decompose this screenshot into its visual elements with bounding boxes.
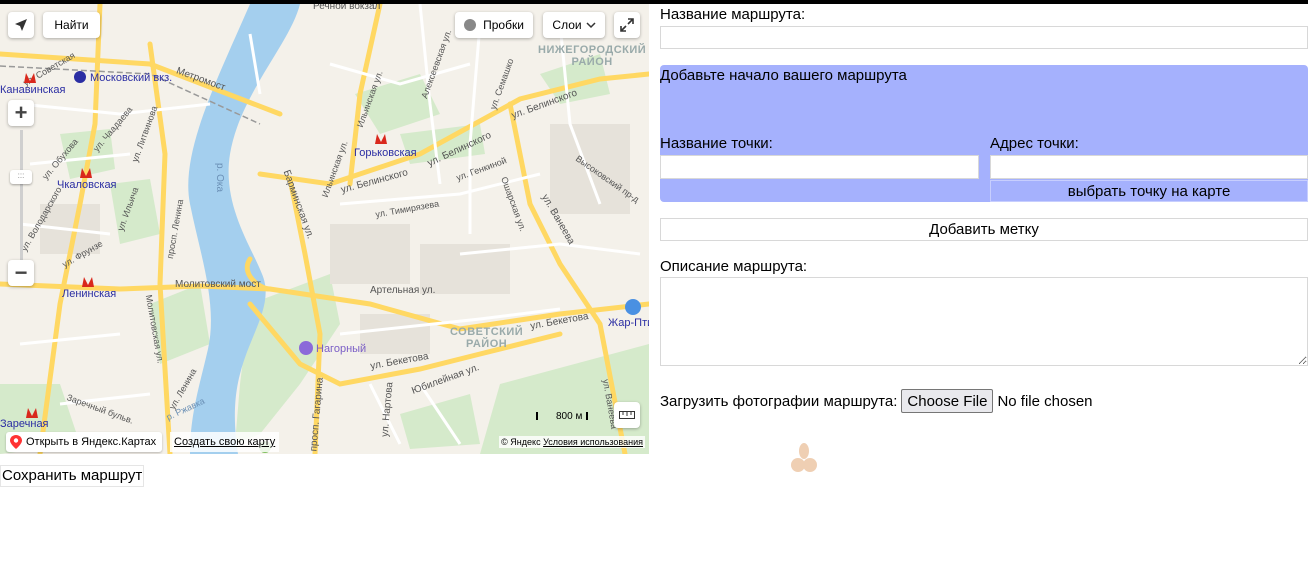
zoom-track[interactable] <box>20 130 23 260</box>
layers-button-label: Слои <box>552 18 582 32</box>
choose-point-on-map-button[interactable]: выбрать точку на карте <box>990 180 1308 202</box>
traffic-button[interactable]: Пробки <box>455 12 533 38</box>
save-route-button[interactable]: Сохранить маршрут <box>0 465 145 487</box>
ruler-icon <box>619 411 635 419</box>
mall-icon <box>299 341 313 355</box>
route-start-title: Добавьте начало вашего маршрута <box>660 67 907 84</box>
railway-station-icon <box>74 71 86 83</box>
point-name-label: Название точки: <box>660 135 773 152</box>
ruler-button[interactable] <box>614 402 640 428</box>
chevron-down-icon <box>586 22 596 29</box>
geolocation-button[interactable] <box>8 12 34 38</box>
create-map-link[interactable]: Создать свою карту <box>170 432 280 452</box>
traffic-button-label: Пробки <box>483 18 524 32</box>
map-copyright: © Яндекс Условия использования <box>499 436 645 448</box>
scale-label: 800 м <box>556 410 583 422</box>
copyright-text: © Яндекс <box>501 437 541 447</box>
route-description-textarea[interactable] <box>660 277 1308 366</box>
zoom-out-button[interactable]: − <box>8 260 34 286</box>
open-in-yandex-maps-label: Открыть в Яндекс.Картах <box>26 436 157 448</box>
metro-icon <box>375 134 387 144</box>
decorative-graphic <box>791 443 817 472</box>
add-marker-button[interactable]: Добавить метку <box>660 218 1308 241</box>
map-pin-icon <box>10 435 22 449</box>
point-address-label: Адрес точки: <box>990 135 1079 152</box>
open-in-yandex-maps-link[interactable]: Открыть в Яндекс.Картах <box>6 432 163 452</box>
yandex-map[interactable]: Речной вокзал Московский вкз. Канавинска… <box>0 4 649 454</box>
route-name-input[interactable] <box>660 26 1308 49</box>
fullscreen-icon <box>620 18 634 32</box>
map-scale: 800 м <box>536 409 589 423</box>
metro-markers <box>24 71 641 453</box>
photo-upload-label: Загрузить фотографии маршрута: <box>660 392 898 410</box>
zoom-control[interactable]: + ::: − <box>8 100 34 290</box>
metro-icon <box>24 73 36 83</box>
zoom-slider-handle[interactable]: ::: <box>10 170 32 184</box>
route-description-label: Описание маршрута: <box>660 258 808 275</box>
fullscreen-button[interactable] <box>614 12 640 38</box>
find-button[interactable]: Найти <box>43 12 100 38</box>
point-address-input[interactable] <box>990 155 1308 179</box>
no-file-chosen-text: No file chosen <box>997 392 1093 410</box>
geolocation-icon <box>15 19 27 31</box>
zoom-in-button[interactable]: + <box>8 100 34 126</box>
layers-button[interactable]: Слои <box>543 12 605 38</box>
metro-icon <box>82 277 94 287</box>
choose-file-button[interactable]: Choose File <box>901 389 994 413</box>
point-name-input[interactable] <box>660 155 979 179</box>
route-name-label: Название маршрута: <box>660 6 806 23</box>
metro-icon <box>26 408 38 418</box>
photo-upload-row: Загрузить фотографии маршрута: Choose Fi… <box>660 388 1093 414</box>
shop-icon <box>625 299 641 315</box>
route-start-block: Добавьте начало вашего маршрута Название… <box>660 65 1308 202</box>
metro-icon <box>80 168 92 178</box>
map-footer: Открыть в Яндекс.Картах Создать свою кар… <box>0 432 649 454</box>
terms-link[interactable]: Условия использования <box>543 437 643 447</box>
traffic-light-icon <box>464 19 477 31</box>
